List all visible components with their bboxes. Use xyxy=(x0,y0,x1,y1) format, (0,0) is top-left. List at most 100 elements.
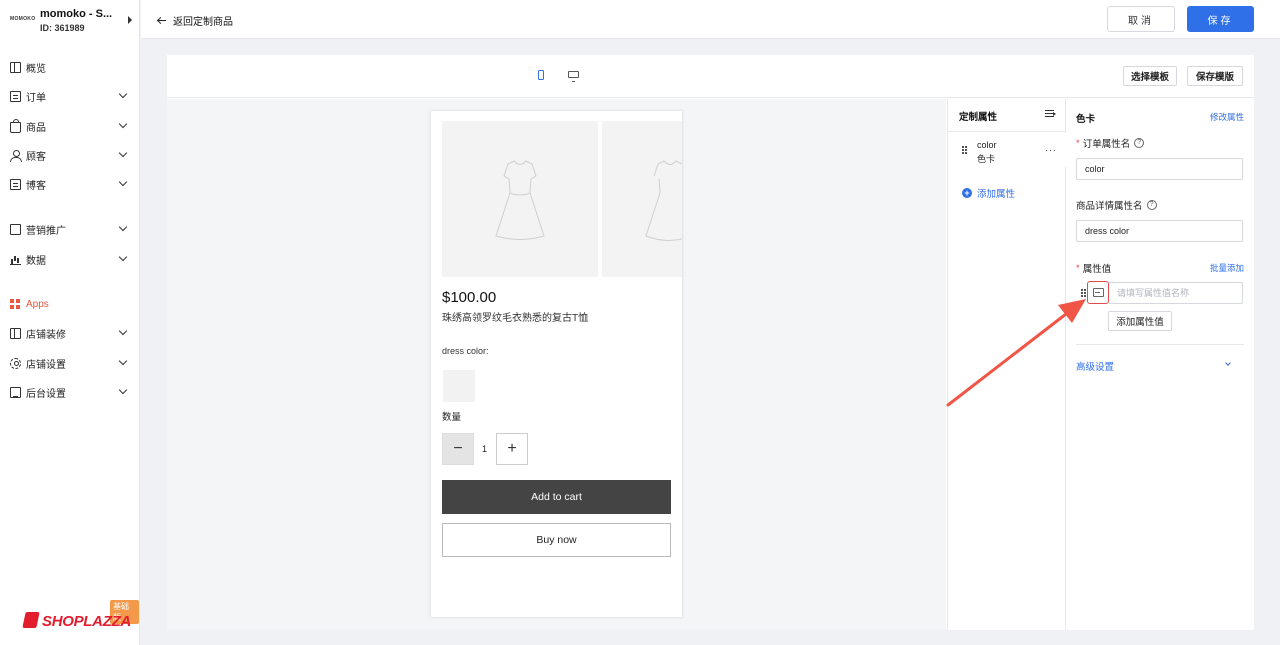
chevron-down-icon xyxy=(118,148,128,158)
advanced-settings-toggle[interactable]: 高级设置 xyxy=(1076,359,1114,373)
nav-item-products[interactable]: 商品 xyxy=(10,116,130,136)
back-label: 返回定制商品 xyxy=(173,17,233,28)
nav-item-label: 博客 xyxy=(26,180,46,192)
add-attribute-button[interactable]: + 添加属性 xyxy=(962,186,1015,200)
product-price: $100.00 xyxy=(442,289,497,306)
dress-icon xyxy=(495,160,545,240)
products-icon xyxy=(10,118,21,133)
product-image xyxy=(442,121,598,277)
store-name: momoko - S... xyxy=(40,8,113,20)
add-attribute-label: 添加属性 xyxy=(977,189,1016,200)
attribute-value-input[interactable] xyxy=(1109,282,1243,304)
attribute-name: color xyxy=(977,140,997,150)
attribute-values-label: * 属性值 xyxy=(1076,261,1112,276)
store-switcher[interactable]: MOMOKO momoko - S... ID: 361989 xyxy=(10,7,132,37)
brand-name: SHOPLAZZA xyxy=(42,613,131,630)
caret-right-icon xyxy=(128,16,132,24)
product-image-secondary xyxy=(602,121,682,277)
nav-item-label: 营销推广 xyxy=(26,225,66,237)
nav-item-overview[interactable]: 概览 xyxy=(10,57,130,77)
admin-settings-icon xyxy=(10,386,21,398)
quantity-value: 1 xyxy=(482,444,488,454)
template-editor: 选择模板 保存模版 $100.00 珠绣高领罗纹毛衣熟悉的复古T恤 dress … xyxy=(167,55,1254,630)
mobile-preview: $100.00 珠绣高领罗纹毛衣熟悉的复古T恤 dress color: 数量 … xyxy=(431,111,682,617)
save-template-button[interactable]: 保存模版 xyxy=(1187,66,1243,86)
attribute-item[interactable]: color 色卡 ··· xyxy=(948,133,1066,167)
more-icon[interactable]: ··· xyxy=(1045,145,1057,156)
select-template-button[interactable]: 选择模板 xyxy=(1123,66,1177,86)
option-label: dress color: xyxy=(442,346,489,356)
nav-item-store-settings[interactable]: 店铺设置 xyxy=(10,353,130,373)
required-mark: * xyxy=(1076,137,1080,149)
brand-logo: SHOPLAZZA xyxy=(22,612,131,630)
quantity-increase-button[interactable]: + xyxy=(496,433,528,465)
attributes-header: 定制属性 xyxy=(948,99,1066,132)
nav-item-marketing[interactable]: 营销推广 xyxy=(10,219,130,239)
nav-item-admin-settings[interactable]: 后台设置 xyxy=(10,382,130,402)
chevron-down-icon xyxy=(118,222,128,232)
nav-item-label: 店铺设置 xyxy=(26,359,66,371)
chevron-down-icon xyxy=(118,89,128,99)
store-id: ID: 361989 xyxy=(40,23,85,33)
nav-item-label: 数据 xyxy=(26,255,46,267)
arrow-left-icon xyxy=(157,17,167,25)
orders-icon xyxy=(10,90,21,102)
nav-item-analytics[interactable]: 数据 xyxy=(10,249,130,269)
color-swatch[interactable] xyxy=(443,370,475,402)
store-design-icon xyxy=(10,327,21,339)
nav-item-label: 商品 xyxy=(26,122,46,134)
apps-icon xyxy=(10,298,21,310)
label-text: 商品详情属性名 xyxy=(1076,201,1143,212)
desktop-view-icon[interactable] xyxy=(568,71,579,82)
attribute-type-title: 色卡 xyxy=(1076,114,1096,125)
label-text: 属性值 xyxy=(1082,264,1112,275)
mobile-view-icon[interactable] xyxy=(538,70,544,80)
back-link[interactable]: 返回定制商品 xyxy=(157,13,233,28)
nav-item-label: Apps xyxy=(26,298,49,310)
buy-now-button[interactable]: Buy now xyxy=(442,523,671,557)
product-title: 珠绣高领罗纹毛衣熟悉的复古T恤 xyxy=(442,313,589,324)
nav-item-orders[interactable]: 订单 xyxy=(10,86,130,106)
order-attribute-input[interactable] xyxy=(1076,158,1243,180)
blog-icon xyxy=(10,178,21,190)
edit-attribute-link[interactable]: 修改属性 xyxy=(1210,111,1244,123)
bulk-add-link[interactable]: 批量添加 xyxy=(1210,262,1244,274)
nav-item-blog[interactable]: 博客 xyxy=(10,174,130,194)
attribute-settings-panel: 色卡 修改属性 * 订单属性名 ? 商品详情属性名 ? * 属性值 批量添加 添… xyxy=(1066,99,1254,630)
chevron-down-icon xyxy=(118,326,128,336)
store-logo: MOMOKO xyxy=(10,16,36,22)
add-to-cart-button[interactable]: Add to cart xyxy=(442,480,671,514)
image-upload-icon[interactable] xyxy=(1087,281,1109,304)
nav-item-apps[interactable]: Apps xyxy=(10,294,130,314)
detail-attribute-input[interactable] xyxy=(1076,220,1243,242)
cancel-button[interactable]: 取消 xyxy=(1107,6,1175,32)
marketing-icon xyxy=(10,223,21,235)
add-attribute-value-button[interactable]: 添加属性值 xyxy=(1108,311,1172,331)
overview-icon xyxy=(10,61,21,73)
custom-attributes-panel: 定制属性 color 色卡 ··· + 添加属性 xyxy=(947,99,1066,630)
required-mark: * xyxy=(1076,262,1080,274)
sidebar: MOMOKO momoko - S... ID: 361989 概览 订单 商品… xyxy=(0,0,140,645)
analytics-icon xyxy=(10,254,21,265)
nav-item-label: 订单 xyxy=(26,92,46,104)
drag-handle-icon[interactable] xyxy=(1081,289,1083,291)
attributes-title: 定制属性 xyxy=(959,112,998,123)
order-attribute-label: * 订单属性名 ? xyxy=(1076,136,1145,150)
save-button[interactable]: 保存 xyxy=(1187,6,1254,32)
nav-item-customers[interactable]: 顾客 xyxy=(10,145,130,165)
chevron-down-icon[interactable] xyxy=(1225,360,1231,366)
nav-item-label: 店铺装修 xyxy=(26,329,66,341)
help-icon[interactable]: ? xyxy=(1146,200,1157,210)
nav-item-store-design[interactable]: 店铺装修 xyxy=(10,323,130,343)
drag-handle-icon[interactable] xyxy=(962,146,964,148)
chevron-down-icon xyxy=(118,119,128,129)
label-text: 订单属性名 xyxy=(1082,139,1131,150)
brand-mark-icon xyxy=(22,612,40,628)
quantity-decrease-button[interactable]: − xyxy=(442,433,474,465)
help-icon[interactable]: ? xyxy=(1134,138,1145,148)
nav-item-label: 概览 xyxy=(26,63,46,75)
chevron-down-icon xyxy=(118,177,128,187)
detail-attribute-label: 商品详情属性名 ? xyxy=(1076,198,1157,212)
chevron-down-icon xyxy=(118,252,128,262)
sort-icon[interactable] xyxy=(1045,110,1056,119)
